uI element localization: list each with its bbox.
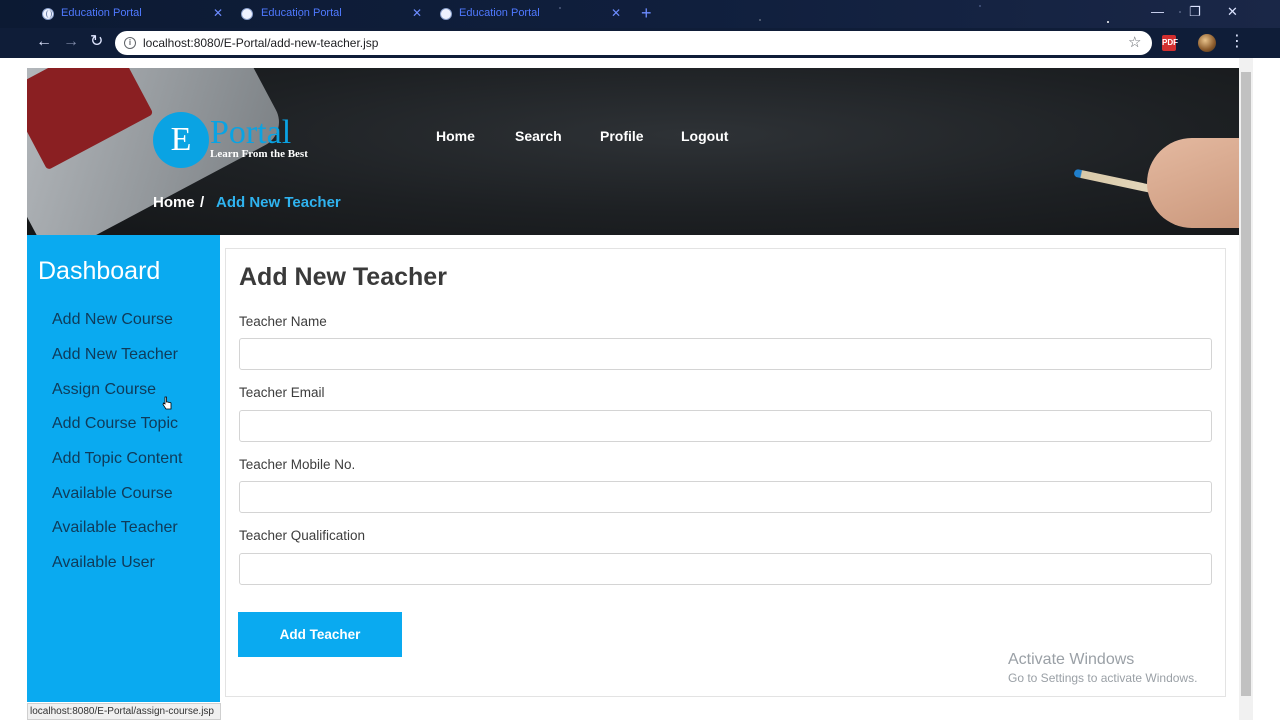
teacher-mobile-label: Teacher Mobile No.: [239, 457, 356, 472]
hero-banner: [27, 68, 1239, 235]
breadcrumb-current: Add New Teacher: [216, 194, 341, 211]
globe-icon: [440, 8, 452, 20]
nav-home-link[interactable]: Home: [436, 127, 475, 145]
logo-tagline: Learn From the Best: [210, 148, 308, 160]
sidebar-item-available-course[interactable]: Available Course: [52, 484, 173, 504]
pdf-extension-icon[interactable]: PDF: [1162, 35, 1178, 51]
browser-tab-3-title[interactable]: Education Portal: [459, 7, 540, 19]
logo-emblem[interactable]: E: [153, 112, 209, 168]
add-teacher-button[interactable]: Add Teacher: [238, 612, 402, 657]
browser-menu-icon[interactable]: ⋮: [1229, 32, 1245, 52]
scrollbar-thumb[interactable]: [1241, 72, 1251, 696]
browser-tab-1-title[interactable]: Education Portal: [61, 7, 142, 19]
browser-tab-bar: Education Portal ✕ Education Portal ✕ Ed…: [0, 0, 1280, 28]
sidebar-item-available-user[interactable]: Available User: [52, 553, 155, 573]
bookmark-star-icon[interactable]: ☆: [1128, 33, 1141, 51]
sidebar-item-assign-course[interactable]: Assign Course: [52, 380, 156, 400]
address-bar[interactable]: i localhost:8080/E-Portal/add-new-teache…: [115, 31, 1152, 55]
sidebar-item-available-teacher[interactable]: Available Teacher: [52, 518, 178, 538]
teacher-email-label: Teacher Email: [239, 385, 325, 400]
globe-icon: [241, 8, 253, 20]
globe-icon: [42, 8, 54, 20]
status-link-preview: localhost:8080/E-Portal/assign-course.js…: [27, 703, 221, 720]
hand-cursor-icon: [162, 396, 172, 410]
browser-tab-2-title[interactable]: Education Portal: [261, 7, 342, 19]
minimize-icon[interactable]: —: [1151, 4, 1164, 20]
teacher-email-input[interactable]: [239, 410, 1212, 442]
new-tab-icon[interactable]: +: [641, 4, 652, 22]
page-title: Add New Teacher: [239, 263, 447, 291]
nav-logout-link[interactable]: Logout: [681, 127, 728, 145]
profile-avatar-icon[interactable]: [1198, 34, 1216, 52]
url-text[interactable]: localhost:8080/E-Portal/add-new-teacher.…: [143, 36, 378, 50]
reload-icon[interactable]: ↻: [90, 33, 103, 51]
close-icon[interactable]: ✕: [611, 6, 621, 20]
restore-icon[interactable]: ❐: [1189, 4, 1201, 20]
nav-profile-link[interactable]: Profile: [600, 127, 644, 145]
window-close-icon[interactable]: ✕: [1227, 4, 1238, 20]
teacher-qualification-input[interactable]: [239, 553, 1212, 585]
teacher-name-input[interactable]: [239, 338, 1212, 370]
logo-wordmark[interactable]: Portal: [210, 114, 291, 152]
hand-image: [1147, 138, 1239, 228]
back-arrow-icon[interactable]: ←: [36, 33, 52, 51]
activate-windows-subtitle: Go to Settings to activate Windows.: [1008, 671, 1198, 685]
teacher-qualification-label: Teacher Qualification: [239, 528, 366, 543]
sidebar-item-add-course-topic[interactable]: Add Course Topic: [52, 414, 178, 434]
activate-windows-title: Activate Windows: [1008, 651, 1135, 668]
sidebar-item-add-topic-content[interactable]: Add Topic Content: [52, 449, 182, 469]
sidebar-item-add-new-teacher[interactable]: Add New Teacher: [52, 345, 178, 365]
sidebar-title: Dashboard: [38, 257, 161, 285]
breadcrumb-separator: /: [200, 194, 205, 211]
breadcrumb-home-link[interactable]: Home: [153, 194, 195, 212]
sidebar-item-add-new-course[interactable]: Add New Course: [52, 310, 173, 330]
teacher-mobile-input[interactable]: [239, 481, 1212, 513]
teacher-name-label: Teacher Name: [239, 314, 327, 329]
close-icon[interactable]: ✕: [412, 6, 422, 20]
forward-arrow-icon[interactable]: →: [63, 33, 79, 51]
info-icon[interactable]: i: [124, 37, 136, 49]
nav-search-link[interactable]: Search: [515, 127, 562, 145]
close-icon[interactable]: ✕: [213, 6, 223, 20]
